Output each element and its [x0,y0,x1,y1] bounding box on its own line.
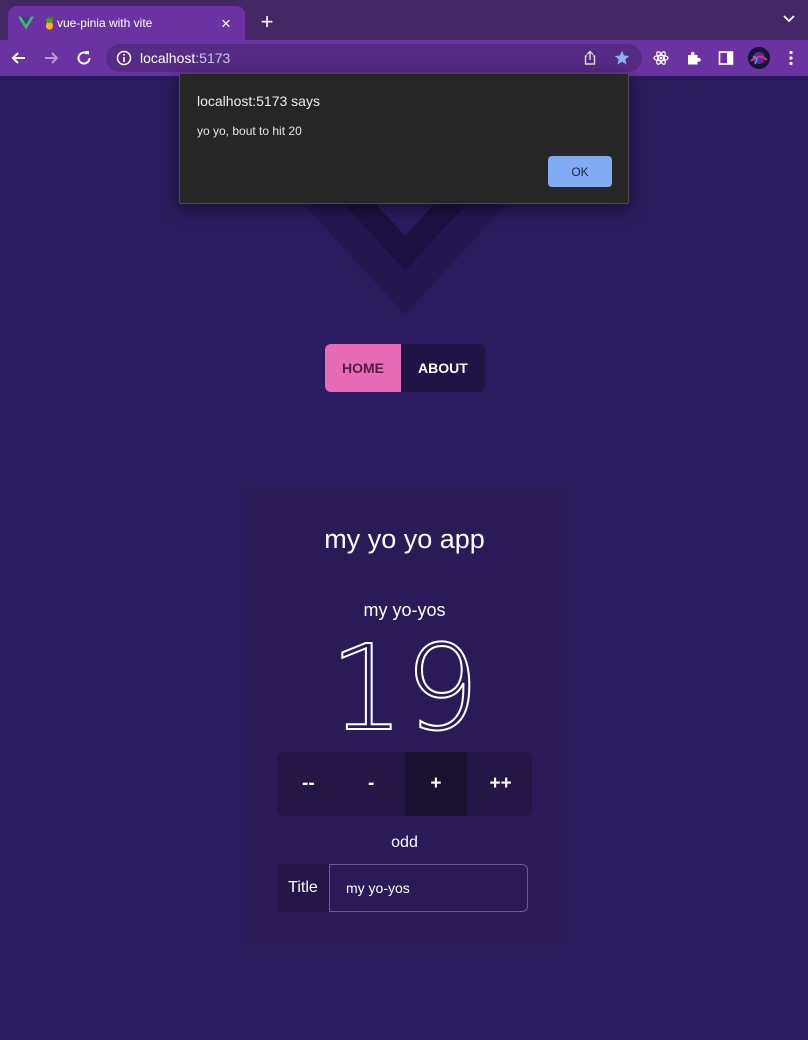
chevron-down-icon[interactable] [782,12,796,26]
side-panel-icon[interactable] [718,50,734,66]
title-input[interactable] [329,864,528,912]
counter-title: my yo-yos [363,600,446,620]
vue-logo [300,200,510,315]
profile-avatar[interactable] [748,47,770,69]
dialog-message: yo yo, bout to hit 20 [197,124,302,138]
back-button[interactable] [9,48,29,68]
share-icon[interactable] [582,50,598,66]
new-tab-button[interactable]: + [257,9,277,35]
parity-label: odd [391,834,418,851]
browser-tab[interactable]: 🍍vue-pinia with vite × [8,6,245,40]
reload-button[interactable] [74,48,94,68]
react-devtools-icon[interactable] [653,50,669,66]
decrement-twice-button[interactable]: -- [277,752,340,816]
dialog-ok-button[interactable]: OK [548,156,612,187]
reload-icon [77,51,91,65]
alert-dialog: localhost:5173 says yo yo, bout to hit 2… [179,73,629,204]
extensions-icon[interactable] [686,50,702,66]
vue-favicon-icon [18,16,34,30]
count-value: 19 [328,619,480,757]
title-label: Title [277,864,329,912]
counter-card: my yo yo app my yo-yos 19 -- - + ++ odd … [245,488,564,943]
back-icon [11,52,25,64]
main-nav: HOME ABOUT [325,344,485,392]
dialog-heading: localhost:5173 says [197,93,320,109]
url-port: :5173 [195,50,231,66]
increment-twice-button[interactable]: ++ [469,752,532,816]
close-tab-icon[interactable]: × [217,15,235,32]
forward-icon [45,52,59,64]
browser-tab-strip: 🍍vue-pinia with vite × + [0,0,808,40]
star-icon[interactable] [614,50,630,66]
address-bar[interactable]: localhost:5173 [106,44,642,72]
info-icon[interactable] [116,50,132,66]
kebab-menu-icon[interactable] [783,50,799,66]
decrement-button[interactable]: - [339,752,403,816]
app-title: my yo yo app [324,524,485,554]
increment-button[interactable]: + [404,752,468,816]
tab-title: 🍍vue-pinia with vite [42,16,153,30]
title-field-group: Title [277,864,528,912]
browser-toolbar: localhost:5173 [0,40,808,76]
nav-link-home[interactable]: HOME [325,344,401,392]
counter-buttons: -- - + ++ [277,752,532,816]
url-host: localhost [140,50,196,66]
avatar-image-icon [748,47,770,69]
forward-button[interactable] [41,48,61,68]
nav-link-about[interactable]: ABOUT [401,344,485,392]
